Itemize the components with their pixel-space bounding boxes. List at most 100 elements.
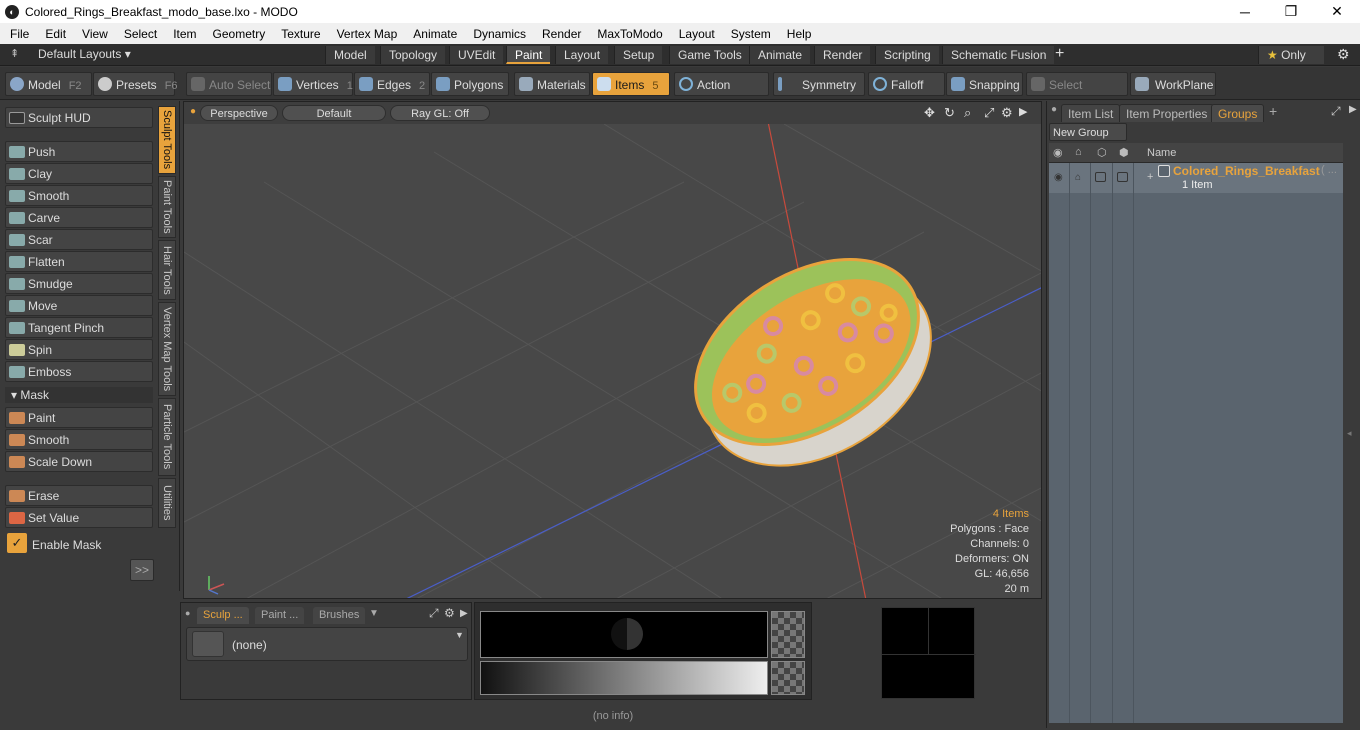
tab-paint-presets[interactable]: Paint ...	[255, 607, 305, 624]
set-value-button[interactable]: Set Value	[5, 507, 153, 528]
shading-dropdown[interactable]: Default	[282, 105, 386, 121]
menu-system[interactable]: System	[723, 27, 779, 41]
items-button[interactable]: Items 5	[592, 72, 670, 96]
menu-geometry[interactable]: Geometry	[205, 27, 274, 41]
tool-smudge[interactable]: Smudge	[5, 273, 153, 294]
tool-push[interactable]: Push	[5, 141, 153, 162]
tab-model[interactable]: Model	[325, 46, 375, 64]
enable-mask-checkbox[interactable]: ✓	[7, 533, 27, 553]
menu-render[interactable]: Render	[534, 27, 589, 41]
group-row[interactable]: ◉ ⌂ + Colored_Rings_Breakfast ( ... 1 It…	[1049, 163, 1343, 193]
tab-game-tools[interactable]: Game Tools	[669, 46, 750, 64]
select-column-icon[interactable]: ⬢	[1119, 146, 1129, 159]
menu-layout[interactable]: Layout	[671, 27, 723, 41]
menu-help[interactable]: Help	[779, 27, 820, 41]
tab-setup[interactable]: Setup	[614, 46, 663, 64]
visibility-column-icon[interactable]: ◉	[1053, 146, 1063, 159]
panel-dot-icon[interactable]: ●	[185, 608, 190, 618]
groups-scrollbar[interactable]: ◂	[1345, 143, 1359, 723]
menu-texture[interactable]: Texture	[273, 27, 328, 41]
action-center-button[interactable]: Action Center	[674, 72, 769, 116]
tool-smooth[interactable]: Smooth	[5, 185, 153, 206]
auto-select-button[interactable]: Auto Select	[186, 72, 272, 96]
tab-paint[interactable]: Paint	[506, 46, 551, 64]
maximize-button[interactable]: ❐	[1268, 3, 1314, 20]
add-tab-icon[interactable]: +	[1269, 103, 1277, 119]
tab-schematic-fusion[interactable]: Schematic Fusion	[942, 46, 1055, 64]
menu-item[interactable]: Item	[165, 27, 204, 41]
tab-brushes[interactable]: Brushes	[313, 607, 366, 624]
tool-clay[interactable]: Clay	[5, 163, 153, 184]
menu-select[interactable]: Select	[116, 27, 165, 41]
select-toggle[interactable]	[1117, 172, 1128, 182]
expand-group-icon[interactable]: +	[1147, 171, 1153, 183]
tool-carve[interactable]: Carve	[5, 207, 153, 228]
tab-render[interactable]: Render	[814, 46, 871, 64]
close-button[interactable]: ✕	[1314, 3, 1360, 20]
tool-scar[interactable]: Scar	[5, 229, 153, 250]
select-through-button[interactable]: Select Through	[1026, 72, 1128, 116]
menu-vertex-map[interactable]: Vertex Map	[329, 27, 406, 41]
panel-gear-icon[interactable]: ⚙	[444, 606, 455, 620]
vtab-vertex-map-tools[interactable]: Vertex Map Tools	[158, 302, 176, 396]
tab-item-list[interactable]: Item List	[1061, 104, 1121, 122]
lock-toggle[interactable]	[1095, 172, 1106, 182]
vtab-sculpt-tools[interactable]: Sculpt Tools	[158, 106, 176, 174]
vertices-button[interactable]: Vertices 1	[273, 72, 353, 96]
materials-button[interactable]: Materials	[514, 72, 590, 96]
name-column-header[interactable]: Name	[1147, 147, 1176, 159]
add-tab-icon[interactable]: +	[1055, 45, 1064, 63]
new-group-button[interactable]: New Group	[1049, 123, 1127, 141]
render-toggle-icon[interactable]: ⌂	[1075, 172, 1081, 183]
expand-panel-button[interactable]: >>	[130, 559, 154, 581]
popout-icon[interactable]: ⤢	[429, 606, 439, 621]
brush-selector[interactable]: (none) ▼	[186, 627, 468, 661]
raygl-dropdown[interactable]: Ray GL: Off	[390, 105, 490, 121]
menu-animate[interactable]: Animate	[405, 27, 465, 41]
maximize-view-icon[interactable]: ⤢	[984, 105, 994, 121]
brushes-dropdown-icon[interactable]: ▼	[369, 608, 379, 619]
tab-layout[interactable]: Layout	[555, 46, 609, 64]
snapping-button[interactable]: Snapping	[946, 72, 1023, 96]
menu-dynamics[interactable]: Dynamics	[465, 27, 534, 41]
background-swatch[interactable]	[771, 661, 805, 695]
model-button[interactable]: Model F2	[5, 72, 92, 96]
alpha-swatch[interactable]	[771, 611, 805, 658]
tool-flatten[interactable]: Flatten	[5, 251, 153, 272]
menu-view[interactable]: View	[74, 27, 116, 41]
viewport-gear-icon[interactable]: ⚙	[1001, 105, 1013, 121]
sculpt-hud-button[interactable]: Sculpt HUD	[5, 107, 153, 128]
tool-move[interactable]: Move	[5, 295, 153, 316]
panel-menu-dot-icon[interactable]: ●	[1051, 104, 1057, 115]
lock-column-icon[interactable]: ⬡	[1097, 146, 1107, 159]
zoom-icon[interactable]: ⌕	[964, 105, 971, 121]
menu-maxtomodo[interactable]: MaxToModo	[589, 27, 670, 41]
collapse-arrow-icon[interactable]: ⇞	[10, 47, 19, 60]
mask-section-header[interactable]: ▾ Mask	[5, 387, 153, 403]
popout-icon[interactable]: ⤢	[1331, 104, 1341, 119]
gear-icon[interactable]: ⚙	[1337, 46, 1350, 63]
menu-edit[interactable]: Edit	[37, 27, 74, 41]
tool-tangent-pinch[interactable]: Tangent Pinch	[5, 317, 153, 338]
erase-button[interactable]: Erase	[5, 485, 153, 506]
falloff-button[interactable]: Falloff	[868, 72, 945, 96]
tab-sculpt[interactable]: Sculp ...	[197, 607, 249, 624]
viewport-more-icon[interactable]: ▶	[1019, 105, 1027, 118]
polygons-button[interactable]: Polygons	[431, 72, 509, 96]
cereal-bowl-model[interactable]	[662, 221, 965, 505]
minimize-button[interactable]: ─	[1222, 4, 1268, 20]
tool-emboss[interactable]: Emboss	[5, 361, 153, 382]
default-layouts-dropdown[interactable]: Default Layouts ▾	[38, 47, 131, 61]
render-column-icon[interactable]: ⌂	[1075, 146, 1082, 158]
mask-smooth[interactable]: Smooth	[5, 429, 153, 450]
vtab-paint-tools[interactable]: Paint Tools	[158, 176, 176, 238]
presets-button[interactable]: Presets F6	[93, 72, 178, 96]
tab-topology[interactable]: Topology	[380, 46, 446, 64]
only-button[interactable]: ★ Only	[1258, 46, 1324, 64]
tab-scripting[interactable]: Scripting	[875, 46, 939, 64]
vtab-hair-tools[interactable]: Hair Tools	[158, 240, 176, 300]
vtab-particle-tools[interactable]: Particle Tools	[158, 398, 176, 476]
tab-uvedit[interactable]: UVEdit	[449, 46, 504, 64]
workplane-button[interactable]: WorkPlane	[1130, 72, 1216, 96]
3d-viewport[interactable]: ● Perspective Default Ray GL: Off ✥ ↻ ⌕ …	[183, 101, 1042, 599]
